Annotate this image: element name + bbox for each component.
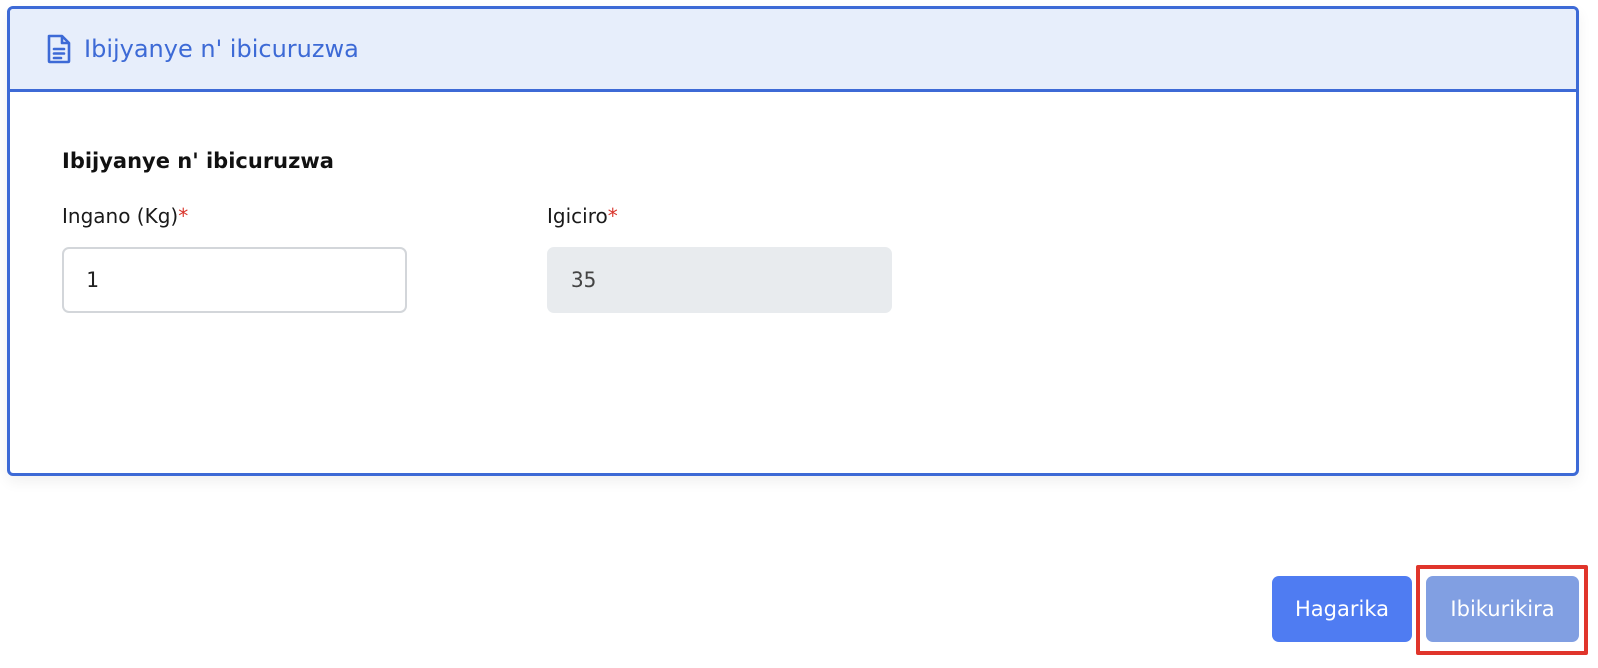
price-value: 35 [571,268,597,292]
price-label: Igiciro* [547,204,618,228]
quantity-value: 1 [86,268,99,292]
document-icon [46,34,72,64]
card-title: Ibijyanye n' ibicuruzwa [84,35,359,63]
product-details-card: Ibijyanye n' ibicuruzwa Ibijyanye n' ibi… [7,6,1579,476]
card-header: Ibijyanye n' ibicuruzwa [10,9,1576,92]
quantity-label-text: Ingano (Kg) [62,204,179,228]
price-input: 35 [547,247,892,313]
cancel-button[interactable]: Hagarika [1272,576,1412,642]
price-label-text: Igiciro [547,204,608,228]
required-marker: * [178,204,189,228]
quantity-input[interactable]: 1 [62,247,407,313]
section-heading: Ibijyanye n' ibicuruzwa [62,149,334,173]
required-marker: * [607,204,618,228]
quantity-label: Ingano (Kg)* [62,204,188,228]
next-button[interactable]: Ibikurikira [1426,576,1579,642]
